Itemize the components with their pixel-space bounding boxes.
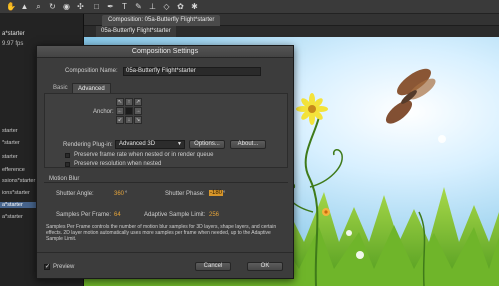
composition-tab[interactable]: Composition: 05a-Butterfly Flight*starte… — [102, 15, 221, 26]
shutter-phase-label: Shutter Phase: — [165, 191, 205, 197]
shutter-angle-value[interactable]: 360 — [114, 191, 124, 197]
dialog-title: Composition Settings — [37, 46, 293, 58]
tab-basic[interactable]: Basic — [48, 83, 73, 93]
anchor-center-button[interactable] — [125, 107, 133, 115]
rendering-plugin-select[interactable]: Advanced 3D ▼ — [115, 140, 185, 149]
project-item[interactable]: a*starter — [2, 214, 23, 220]
shutter-phase-value[interactable]: -180 — [209, 190, 224, 196]
composition-subtab[interactable]: 05a-Butterfly Flight*starter — [96, 26, 176, 37]
anchor-grid: ↖ ↑ ↗ ← → ↙ ↓ ↘ — [116, 98, 142, 124]
rotate-tool-icon[interactable]: ↻ — [48, 2, 57, 11]
project-item-selected[interactable]: a*starter — [0, 202, 40, 208]
stamp-tool-icon[interactable]: ⊥ — [148, 2, 157, 11]
rendering-plugin-label: Rendering Plug-in: — [63, 142, 113, 148]
anchor-right-button[interactable]: → — [134, 107, 142, 115]
adaptive-sample-limit-label: Adaptive Sample Limit: — [144, 212, 206, 218]
project-item[interactable]: starter — [2, 128, 18, 134]
anchor-label: Anchor: — [93, 109, 114, 115]
anchor-top-right-button[interactable]: ↗ — [134, 98, 142, 106]
anchor-top-button[interactable]: ↑ — [125, 98, 133, 106]
samples-per-frame-value[interactable]: 64 — [114, 212, 121, 218]
tab-advanced[interactable]: Advanced — [72, 83, 111, 93]
project-item[interactable]: efference — [2, 167, 25, 173]
anchor-top-left-button[interactable]: ↖ — [116, 98, 124, 106]
samples-per-frame-label: Samples Per Frame: — [56, 212, 112, 218]
preserve-frame-rate-label: Preserve frame rate when nested or in re… — [74, 152, 214, 158]
project-item[interactable]: ions*starter — [2, 190, 30, 196]
cancel-button[interactable]: Cancel — [195, 262, 231, 271]
camera-tool-icon[interactable]: ◉ — [62, 2, 71, 11]
puppet-tool-icon[interactable]: ✱ — [190, 2, 199, 11]
select-tool-icon[interactable]: ▲ — [20, 2, 29, 11]
shutter-angle-unit: ° — [125, 191, 128, 197]
anchor-bottom-button[interactable]: ↓ — [125, 116, 133, 124]
preserve-frame-rate-checkbox[interactable] — [65, 153, 70, 158]
dialog-footer-divider — [37, 252, 293, 253]
roto-tool-icon[interactable]: ✿ — [176, 2, 185, 11]
anchor-bottom-right-button[interactable]: ↘ — [134, 116, 142, 124]
pen-tool-icon[interactable]: ✒ — [106, 2, 115, 11]
preserve-resolution-checkbox[interactable] — [65, 162, 70, 167]
fps-readout: 9.97 fps — [2, 41, 24, 47]
preview-checkbox[interactable]: ✓ — [44, 264, 50, 270]
mask-tool-icon[interactable]: □ — [92, 2, 101, 11]
zoom-tool-icon[interactable]: ⌕ — [34, 2, 43, 11]
brush-tool-icon[interactable]: ✎ — [134, 2, 143, 11]
project-item[interactable]: starter — [2, 154, 18, 160]
eraser-tool-icon[interactable]: ◇ — [162, 2, 171, 11]
preserve-resolution-label: Preserve resolution when nested — [74, 161, 162, 167]
anchor-left-button[interactable]: ← — [116, 107, 124, 115]
project-item[interactable]: ssions*starter — [2, 178, 35, 184]
panel-title: a*starter — [2, 31, 25, 37]
anchor-bottom-left-button[interactable]: ↙ — [116, 116, 124, 124]
project-item[interactable]: *starter — [2, 140, 20, 146]
pan-tool-icon[interactable]: ✣ — [76, 2, 85, 11]
motion-blur-divider — [44, 182, 288, 183]
options-button[interactable]: Options... — [189, 140, 225, 149]
text-tool-icon[interactable]: T — [120, 2, 129, 11]
adaptive-sample-limit-value[interactable]: 256 — [209, 212, 219, 218]
app-toolbar: ✋ ▲ ⌕ ↻ ◉ ✣ □ ✒ T ✎ ⊥ ◇ ✿ ✱ — [0, 0, 499, 14]
dropdown-caret-icon: ▼ — [177, 141, 182, 147]
composition-tab-bar: Composition: 05a-Butterfly Flight*starte… — [84, 14, 499, 26]
ok-button[interactable]: OK — [247, 262, 283, 271]
comp-name-field[interactable]: 05a-Butterfly Flight*starter — [123, 67, 261, 76]
hand-tool-icon[interactable]: ✋ — [6, 2, 16, 11]
rendering-plugin-value: Advanced 3D — [119, 141, 156, 147]
shutter-angle-label: Shutter Angle: — [56, 191, 94, 197]
composition-settings-dialog: Composition Settings Composition Name: 0… — [36, 45, 294, 279]
preview-label: Preview — [53, 264, 75, 270]
about-button[interactable]: About... — [230, 140, 266, 149]
shutter-phase-unit: ° — [223, 191, 226, 197]
motion-blur-note: Samples Per Frame controls the number of… — [46, 224, 277, 242]
comp-name-label: Composition Name: — [65, 68, 118, 74]
